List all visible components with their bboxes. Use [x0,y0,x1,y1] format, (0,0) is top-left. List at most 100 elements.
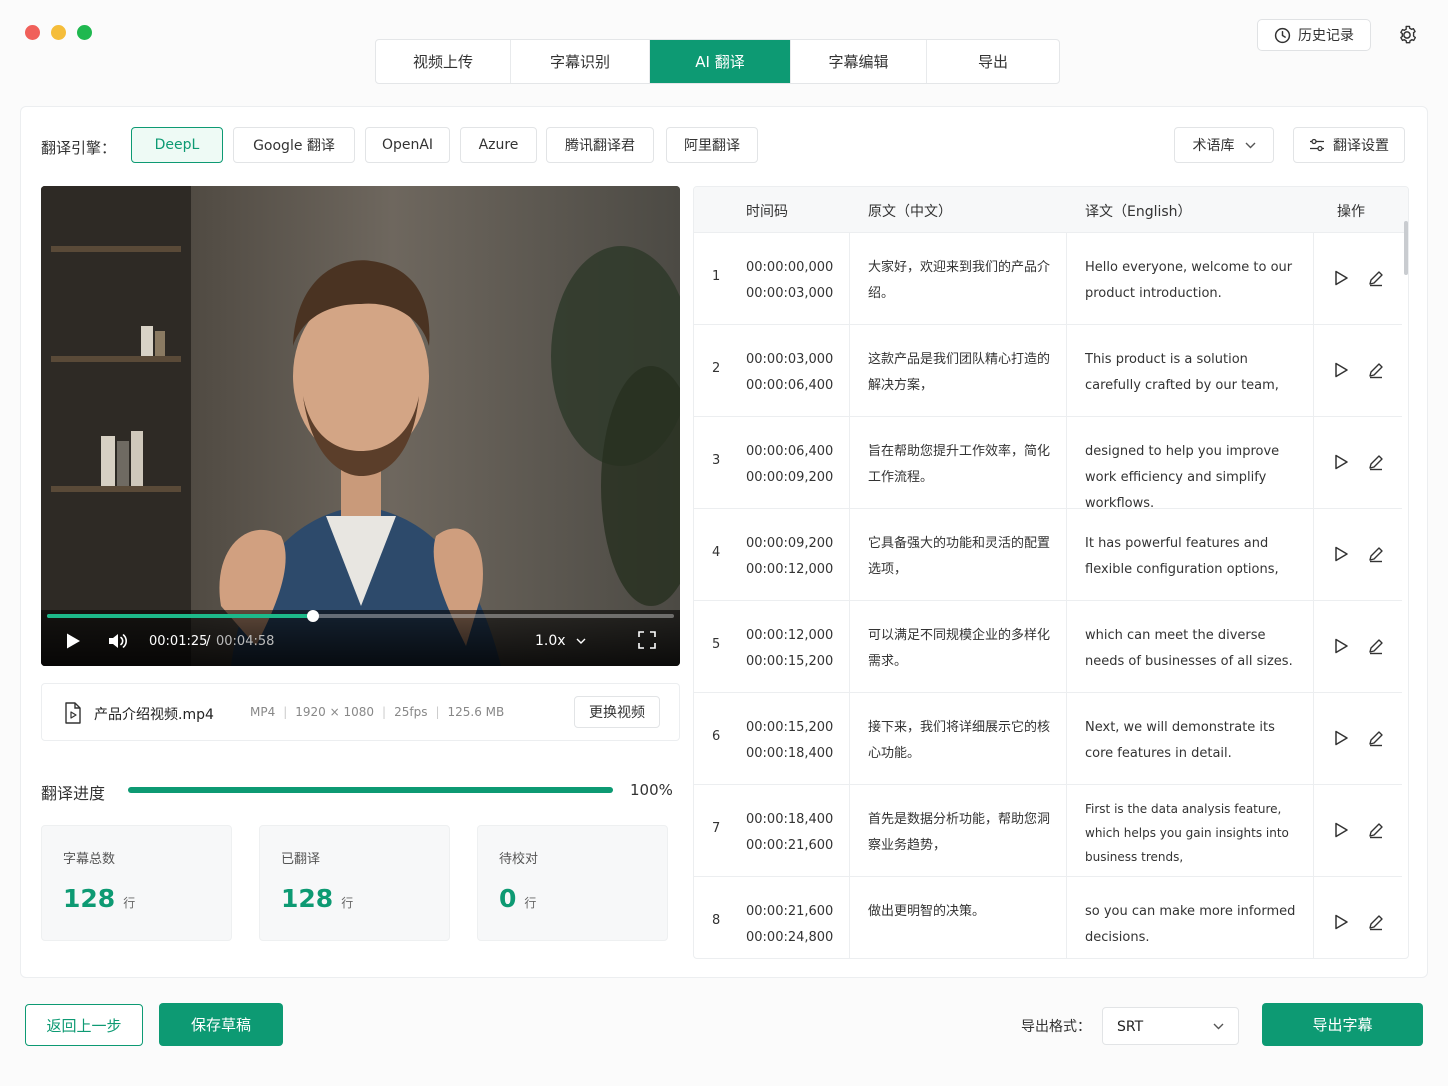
table-row[interactable]: 6 00:00:15,200 00:00:18,400 接下来，我们将详细展示它的核心… [694,693,1402,785]
cell-divider [849,877,850,958]
table-row[interactable]: 7 00:00:18,400 00:00:21,600 首先是数据分析功能，帮助您洞察… [694,785,1402,877]
table-row[interactable]: 3 00:00:06,400 00:00:09,200 旨在帮助您提升工作效率，简化工… [694,417,1402,511]
cell-divider [1066,601,1067,692]
edit-icon[interactable] [1367,269,1385,287]
edit-icon[interactable] [1367,913,1385,931]
total-time: 00:04:58 [216,634,275,649]
translated-text[interactable]: This product is a solution carefully cra… [1085,347,1307,399]
save-draft-button[interactable]: 保存草稿 [159,1003,283,1046]
translation-progress-bar [128,787,613,793]
row-index: 5 [712,637,721,652]
minimize-window-button[interactable] [51,25,66,40]
table-row[interactable]: 8 00:00:21,600 00:00:24,800 做出更明智的决策。 so you… [694,877,1402,958]
table-row[interactable]: 4 00:00:09,200 00:00:12,000 它具备强大的功能和灵活的配置选… [694,509,1402,601]
edit-icon[interactable] [1367,729,1385,747]
cell-divider [1313,693,1314,784]
stat-label: 已翻译 [281,852,321,867]
source-text: 做出更明智的决策。 [868,904,986,919]
end-time: 00:00:15,200 [746,654,834,669]
edit-icon[interactable] [1367,453,1385,471]
edit-icon[interactable] [1367,361,1385,379]
end-time: 00:00:12,000 [746,562,834,577]
table-row[interactable]: 1 00:00:00,000 00:00:03,000 大家好，欢迎来到我们的产品介绍… [694,233,1402,325]
row-index: 4 [712,545,721,560]
stat-value: 128 [281,884,334,913]
time-separator: / [206,634,211,649]
tab-export[interactable]: 导出 [927,40,1059,83]
translated-text[interactable]: Hello everyone, welcome to our product i… [1085,255,1307,307]
play-icon[interactable] [1334,638,1348,654]
source-text: 可以满足不同规模企业的多样化需求。 [868,628,1051,669]
playback-speed-dropdown[interactable]: 1.0x [535,633,586,649]
translate-settings-button[interactable]: 翻译设置 [1293,127,1405,163]
translated-text[interactable]: Next, we will demonstrate its core featu… [1085,715,1307,767]
edit-icon[interactable] [1367,821,1385,839]
video-controls: 00:01:25 / 00:04:58 1.0x [41,610,680,666]
seek-bar[interactable] [47,610,674,622]
play-icon[interactable] [1334,914,1348,930]
translated-text[interactable]: so you can make more informed decisions. [1085,899,1307,951]
engine-ali[interactable]: 阿里翻译 [666,127,758,163]
translated-text[interactable]: designed to help you improve work effici… [1085,439,1307,517]
translated-text[interactable]: It has powerful features and flexible co… [1085,531,1307,583]
stat-unit: 行 [123,896,136,910]
source-text: 旨在帮助您提升工作效率，简化工作流程。 [868,444,1051,485]
start-time: 00:00:00,000 [746,260,834,275]
gear-icon[interactable] [1396,24,1418,46]
cell-divider [849,601,850,692]
play-icon[interactable] [1334,546,1348,562]
engine-tencent[interactable]: 腾讯翻译君 [546,127,654,163]
source-text: 接下来，我们将详细展示它的核心功能。 [868,720,1051,761]
engine-google[interactable]: Google 翻译 [233,127,355,163]
close-window-button[interactable] [25,25,40,40]
file-fps: 25fps [394,705,428,719]
tab-subtitle-recognition[interactable]: 字幕识别 [511,40,650,83]
source-text: 这款产品是我们团队精心打造的解决方案， [868,352,1051,393]
file-icon [65,702,81,724]
video-player[interactable]: 00:01:25 / 00:04:58 1.0x [41,186,680,666]
export-format-select[interactable]: SRT [1102,1007,1239,1045]
file-resolution: 1920 × 1080 [295,705,375,719]
translated-text[interactable]: which can meet the diverse needs of busi… [1085,623,1307,675]
glossary-dropdown[interactable]: 术语库 [1174,127,1274,163]
edit-icon[interactable] [1367,545,1385,563]
tab-subtitle-edit[interactable]: 字幕编辑 [791,40,927,83]
engine-azure[interactable]: Azure [460,127,537,163]
seek-knob[interactable] [306,610,319,622]
export-subtitles-button[interactable]: 导出字幕 [1262,1003,1423,1046]
end-time: 00:00:03,000 [746,286,834,301]
cell-divider [849,693,850,784]
edit-icon[interactable] [1367,637,1385,655]
play-icon[interactable] [65,632,81,650]
row-index: 6 [712,729,721,744]
volume-icon[interactable] [107,631,129,651]
engine-deepl[interactable]: DeepL [131,127,223,163]
timecode-cell: 00:00:09,200 00:00:12,000 [746,531,833,583]
chevron-down-icon [576,638,586,644]
history-button[interactable]: 历史记录 [1257,19,1371,51]
play-icon[interactable] [1334,362,1348,378]
stat-unit: 行 [341,896,354,910]
row-index: 1 [712,269,721,284]
start-time: 00:00:09,200 [746,536,834,551]
file-format: MP4 [250,705,276,719]
table-row[interactable]: 5 00:00:12,000 00:00:15,200 可以满足不同规模企业的多样化需… [694,601,1402,693]
cell-divider [1066,509,1067,600]
change-video-button[interactable]: 更换视频 [574,696,660,728]
translated-text[interactable]: First is the data analysis feature, whic… [1085,797,1307,869]
play-icon[interactable] [1334,822,1348,838]
tab-video-upload[interactable]: 视频上传 [376,40,511,83]
tab-ai-translate[interactable]: AI 翻译 [650,40,791,83]
play-icon[interactable] [1334,270,1348,286]
engine-openai[interactable]: OpenAI [365,127,450,163]
play-icon[interactable] [1334,454,1348,470]
fullscreen-icon[interactable] [638,631,656,649]
table-row[interactable]: 2 00:00:03,000 00:00:06,400 这款产品是我们团队精心打造的解… [694,325,1402,417]
play-icon[interactable] [1334,730,1348,746]
cell-divider [1313,509,1314,600]
back-button[interactable]: 返回上一步 [25,1004,143,1046]
stat-value: 0 [499,884,517,913]
source-text: 它具备强大的功能和灵活的配置选项， [868,536,1051,577]
table-scrollbar[interactable] [1404,221,1408,275]
maximize-window-button[interactable] [77,25,92,40]
